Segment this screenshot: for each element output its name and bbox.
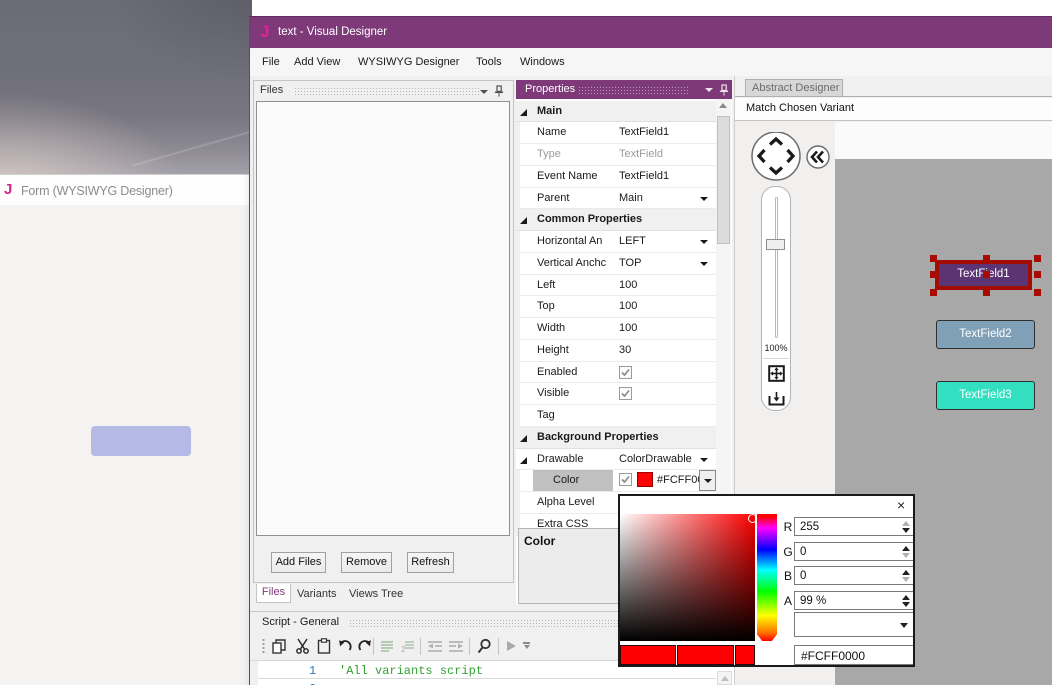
svg-text:2: 2 (401, 645, 406, 653)
